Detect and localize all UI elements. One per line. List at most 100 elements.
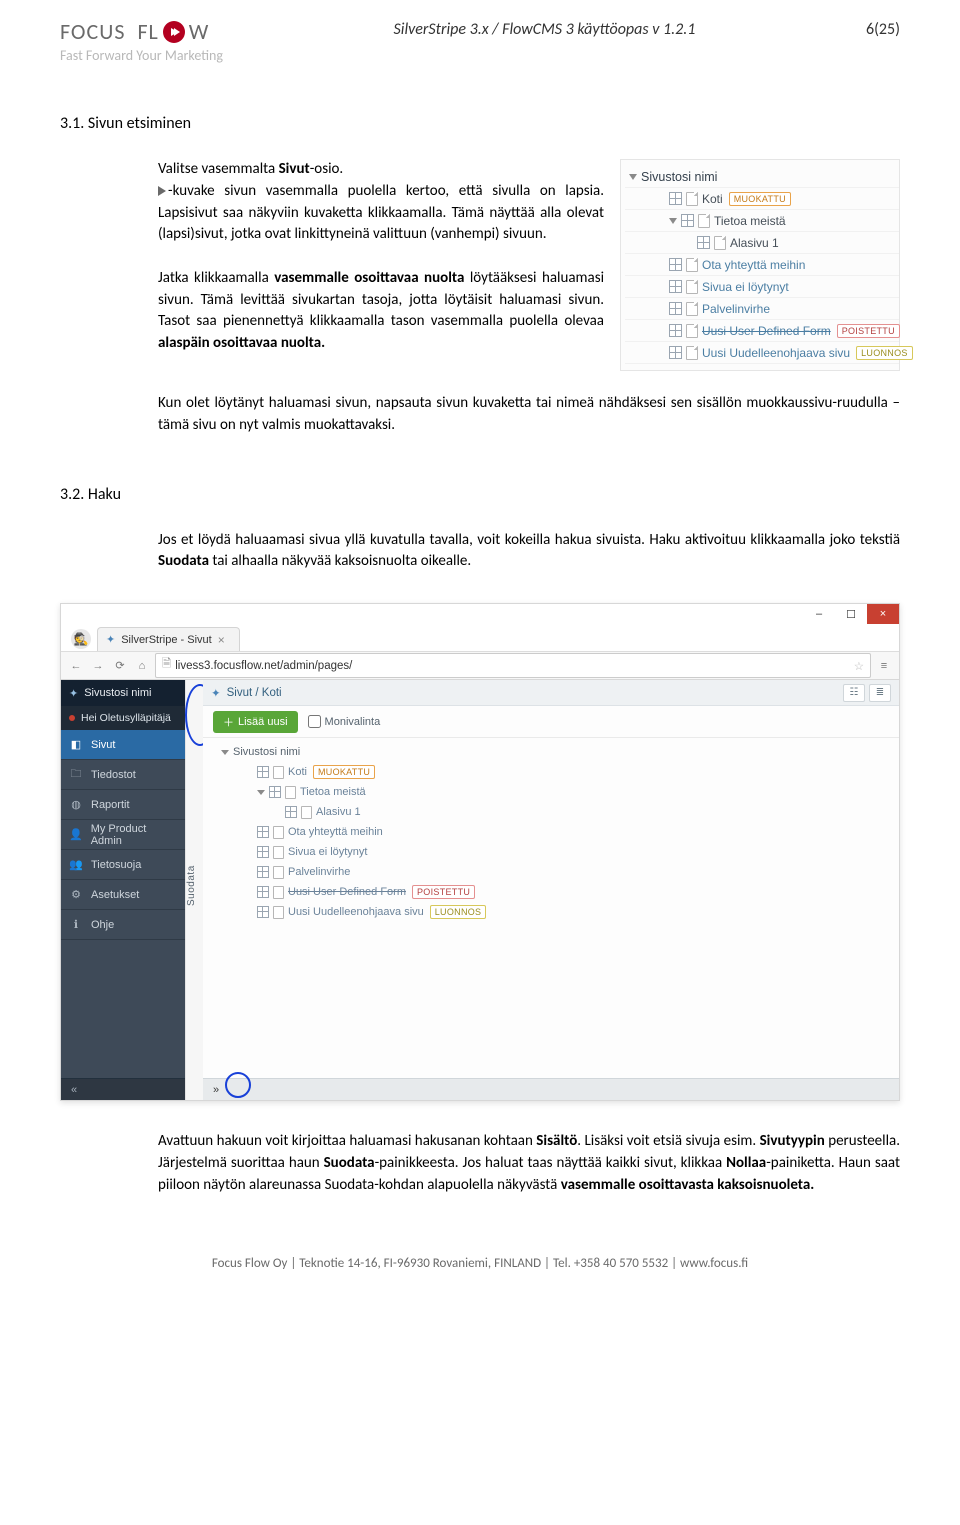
bookmark-icon[interactable]: ☆	[854, 659, 864, 673]
grid-icon	[285, 806, 297, 818]
page-icon	[273, 866, 284, 879]
play-icon	[158, 186, 166, 196]
text: Kun olet löytänyt haluamasi sivun, napsa…	[158, 394, 900, 434]
expand-chevron-icon[interactable]: »	[213, 1084, 219, 1096]
sidebar-item[interactable]: ◍Raportit	[61, 790, 185, 820]
sidebar-item[interactable]: ◧Sivut	[61, 730, 185, 760]
logo-text-c: W	[189, 18, 210, 45]
sitetree-item[interactable]: Alasivu 1	[207, 802, 891, 822]
sitetree-header-row[interactable]: Sivustosi nimi	[207, 742, 891, 762]
address-field[interactable]: 🗎 livess3.focusflow.net/admin/pages/ ☆	[155, 653, 871, 678]
status-badge: MUOKATTU	[313, 765, 375, 779]
page-icon	[273, 826, 284, 839]
breadcrumb[interactable]: Sivut / Koti	[227, 687, 282, 699]
tab-close-icon[interactable]: ×	[218, 633, 225, 647]
nav-icon: ⚙	[69, 888, 83, 901]
sidebar-item[interactable]: ⚙Asetukset	[61, 880, 185, 910]
document-title: SilverStripe 3.x / FlowCMS 3 käyttöopas …	[394, 20, 696, 39]
status-badge: POISTETTU	[837, 324, 900, 338]
logo-icon	[163, 21, 185, 43]
content-toolbar: ＋ Lisää uusi Monivalinta	[203, 706, 899, 738]
sitetree-item-label: Ota yhteyttä meihin	[288, 826, 383, 838]
add-new-button[interactable]: ＋ Lisää uusi	[213, 711, 298, 733]
sitetree-item[interactable]: KotiMUOKATTU	[625, 188, 899, 210]
filter-label: Suodata	[186, 866, 197, 907]
silverstripe-icon: ✦	[211, 686, 221, 700]
sitetree-item[interactable]: Uusi User Defined FormPOISTETTU	[625, 320, 899, 342]
sitetree-item[interactable]: Uusi User Defined FormPOISTETTU	[207, 882, 891, 902]
sitetree-item-label: Uusi Uudelleenohjaava sivu	[702, 346, 850, 360]
page-icon	[285, 786, 296, 799]
home-button[interactable]: ⌂	[133, 660, 151, 672]
nav-icon: ◧	[69, 738, 83, 751]
sitetree-item[interactable]: Alasivu 1	[625, 232, 899, 254]
sitetree-item-label: Alasivu 1	[730, 236, 779, 250]
sitetree-item[interactable]: Tietoa meistä	[625, 210, 899, 232]
sitetree-item[interactable]: Koti MUOKATTU	[207, 762, 891, 782]
tab-title: SilverStripe - Sivut	[121, 634, 211, 646]
sitetree-item-label: Palvelinvirhe	[702, 302, 770, 316]
sitetree-item[interactable]: Uusi Uudelleenohjaava sivuLUONNOS	[625, 342, 899, 364]
back-button[interactable]: ←	[67, 660, 85, 672]
sitetree-item-label: Koti	[288, 766, 307, 778]
sidebar-site-title[interactable]: ✦ Sivustosi nimi	[61, 680, 185, 706]
sidebar-item[interactable]: ℹOhje	[61, 910, 185, 940]
page-icon	[686, 324, 698, 338]
menu-icon[interactable]: ≡	[875, 660, 893, 672]
sidebar-collapse-button[interactable]: «	[61, 1078, 185, 1100]
sidebar-item-label: My Product Admin	[91, 823, 177, 847]
sitetree-item[interactable]: Ota yhteyttä meihin	[207, 822, 891, 842]
sidebar-item[interactable]: 👥Tietosuoja	[61, 850, 185, 880]
main-sitetree: Sivustosi nimi Koti MUOKATTU Tietoa meistä…	[203, 738, 899, 930]
page-icon	[686, 192, 698, 206]
sitetree-item[interactable]: Uusi Uudelleenohjaava sivuLUONNOS	[207, 902, 891, 922]
reload-button[interactable]: ⟳	[111, 659, 129, 672]
filter-sidebar-handle[interactable]: Suodata	[185, 680, 203, 1100]
sitetree-header-label: Sivustosi nimi	[641, 170, 717, 184]
sitetree-item[interactable]: Palvelinvirhe	[207, 862, 891, 882]
chevron-down-icon[interactable]	[629, 174, 637, 180]
chevron-down-icon[interactable]	[221, 750, 229, 755]
text-bold: Sivutyypin	[760, 1132, 825, 1150]
chevron-down-icon[interactable]	[257, 790, 265, 795]
multiselect-label: Monivalinta	[325, 716, 381, 728]
silverstripe-icon: ✦	[106, 633, 115, 646]
sitetree-item[interactable]: Sivua ei löytynyt	[625, 276, 899, 298]
user-status-icon	[69, 715, 75, 721]
chevron-left-icon: «	[71, 1084, 77, 1096]
logo-text-a: FOCUS	[60, 18, 125, 45]
page-icon	[698, 214, 710, 228]
sidebar-item[interactable]: 👤My Product Admin	[61, 820, 185, 850]
text-bold: vasemmalle osoittavaa nuolta	[274, 269, 464, 287]
sitetree-item[interactable]: Sivua ei löytynyt	[207, 842, 891, 862]
sitetree-item[interactable]: Ota yhteyttä meihin	[625, 254, 899, 276]
multiselect-checkbox[interactable]: Monivalinta	[308, 715, 381, 728]
page-icon: 🗎	[162, 656, 171, 675]
sitetree-item[interactable]: Tietoa meistä	[207, 782, 891, 802]
page-icon	[686, 280, 698, 294]
window-close-button[interactable]: ×	[867, 604, 899, 624]
forward-button[interactable]: →	[89, 660, 107, 672]
list-view-button[interactable]: ≣	[869, 684, 891, 702]
tree-view-button[interactable]: ☷	[843, 684, 865, 702]
logo-text-b: FL	[137, 18, 158, 45]
page-icon	[301, 806, 312, 819]
chevron-down-icon[interactable]	[669, 218, 677, 224]
sidebar-item[interactable]: 🗀Tiedostot	[61, 760, 185, 790]
window-maximize-button[interactable]: ☐	[835, 604, 867, 624]
sitetree-item[interactable]: Palvelinvirhe	[625, 298, 899, 320]
sitetree-header-row[interactable]: Sivustosi nimi	[625, 166, 899, 188]
browser-tab[interactable]: ✦ SilverStripe - Sivut ×	[97, 627, 240, 651]
window-minimize-button[interactable]: –	[803, 604, 835, 624]
text: . Lisäksi voit etsiä sivuja esim.	[577, 1132, 759, 1150]
grid-icon	[257, 766, 269, 778]
window-controls: – ☐ ×	[61, 604, 899, 624]
section-3-1-body: Valitse vasemmalta Sivut-osio. -kuvake s…	[158, 159, 604, 355]
page-number: 6(25)	[866, 20, 900, 39]
sidebar-item-label: Ohje	[91, 919, 114, 931]
multiselect-input[interactable]	[308, 715, 321, 728]
grid-icon	[257, 826, 269, 838]
page-icon	[714, 236, 726, 250]
sidebar-item-label: Tiedostot	[91, 769, 136, 781]
text: Valitse vasemmalta	[158, 160, 279, 178]
